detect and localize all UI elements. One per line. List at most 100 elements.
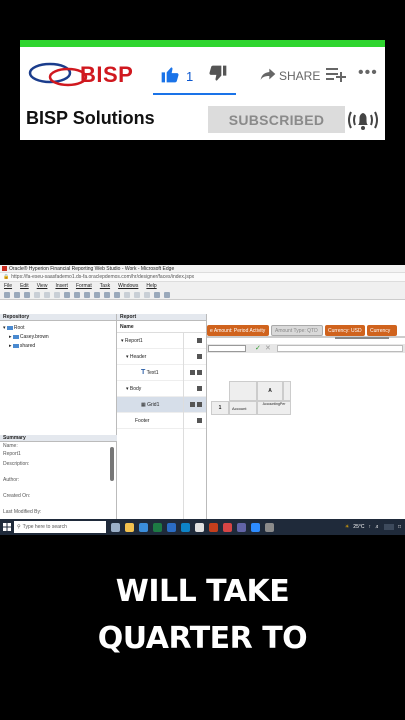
network-icon[interactable]: ↑	[368, 524, 371, 530]
summary-scrollbar[interactable]	[110, 447, 114, 481]
progress-strip	[20, 40, 385, 47]
accept-icon[interactable]: ✓	[255, 344, 261, 352]
copy-icon[interactable]	[44, 291, 50, 298]
grid-accounting-period-cell[interactable]: AccountingPer	[257, 401, 291, 415]
menu-view[interactable]: View	[37, 283, 48, 289]
tree-node-shared[interactable]: ▸ shared	[3, 342, 113, 351]
settings-icon[interactable]	[265, 522, 274, 532]
grid-corner-cell[interactable]	[229, 381, 257, 401]
menu-file[interactable]: File	[4, 283, 12, 289]
video-overlay-banner: BISP 1 SHARE ••• BISP Solutions SUBSCRIB…	[20, 40, 385, 140]
folder-icon	[12, 334, 19, 339]
grid-row-1-header[interactable]: 1	[211, 401, 229, 415]
address-bar[interactable]: 🔒 https://fa-eseu-saasfademo1.ds-fa.orac…	[0, 273, 405, 282]
save-object-icon[interactable]	[190, 370, 195, 375]
grid-col-a-header[interactable]: A	[257, 381, 283, 401]
notifications-icon[interactable]: □	[398, 524, 401, 530]
insert-text-icon[interactable]	[84, 291, 90, 298]
menu-edit[interactable]: Edit	[20, 283, 29, 289]
cut-icon[interactable]	[34, 291, 40, 298]
folder-icon	[12, 343, 19, 348]
report-node-footer[interactable]: Footer	[117, 413, 206, 429]
grid-col-extra[interactable]	[283, 381, 291, 401]
report-node-body[interactable]: ▾ Body	[117, 381, 206, 397]
more-options-icon[interactable]: •••	[358, 64, 378, 82]
report-node-report1[interactable]: ▾ Report1	[117, 333, 206, 349]
add-to-queue-button[interactable]	[326, 66, 346, 87]
menu-bar: File Edit View Insert Format Task Window…	[0, 282, 405, 290]
volume-icon[interactable]: ♬	[375, 524, 380, 530]
delete-icon[interactable]	[197, 370, 202, 375]
menu-format[interactable]: Format	[76, 283, 92, 289]
undo-icon[interactable]	[64, 291, 70, 298]
summary-name-value: Report1	[3, 451, 21, 457]
redo-icon[interactable]	[74, 291, 80, 298]
pdf-icon[interactable]	[223, 522, 232, 532]
share-button[interactable]: SHARE	[260, 67, 320, 84]
notification-bell-icon[interactable]	[347, 106, 379, 139]
report-node-text1[interactable]: T Text1	[117, 365, 206, 381]
properties-icon[interactable]	[197, 386, 202, 391]
dislike-button[interactable]	[208, 64, 228, 89]
task-view-icon[interactable]	[111, 522, 120, 532]
print-icon[interactable]	[164, 291, 170, 298]
zoom-icon[interactable]	[251, 522, 260, 532]
excel-icon[interactable]	[153, 522, 162, 532]
search-icon: ⚲	[17, 524, 21, 530]
windows-start-icon[interactable]	[0, 519, 14, 535]
italic-icon[interactable]	[134, 291, 140, 298]
like-button[interactable]: 1	[160, 64, 193, 89]
file-explorer-icon[interactable]	[125, 522, 134, 532]
pov-currency[interactable]: Currency	[367, 325, 397, 336]
system-tray: ☀ 25°C ↑ ♬ □	[345, 519, 401, 535]
edge-icon[interactable]	[181, 522, 190, 532]
subscribed-button[interactable]: SUBSCRIBED	[208, 106, 345, 133]
paste-icon[interactable]	[54, 291, 60, 298]
bold-icon[interactable]	[124, 291, 130, 298]
insert-grid-icon[interactable]	[94, 291, 100, 298]
mail-icon[interactable]	[139, 522, 148, 532]
pov-currency-usd[interactable]: Currency: USD	[325, 325, 365, 336]
menu-insert[interactable]: Insert	[55, 283, 68, 289]
tree-node-casey[interactable]: ▸ Casey.brown	[3, 333, 113, 342]
word-icon[interactable]	[167, 522, 176, 532]
insert-chart-icon[interactable]	[104, 291, 110, 298]
delete-icon[interactable]	[197, 402, 202, 407]
tree-node-root[interactable]: ▾ Root	[3, 324, 113, 333]
text-object-icon: T	[141, 369, 146, 376]
open-icon[interactable]	[14, 291, 20, 298]
summary-panel: Summary Name: Report1 Description: Autho…	[0, 435, 117, 518]
save-object-icon[interactable]	[190, 402, 195, 407]
app-icon[interactable]	[195, 522, 204, 532]
temperature: 25°C	[353, 524, 365, 530]
cell-reference-field[interactable]	[208, 345, 246, 352]
underline-icon[interactable]	[144, 291, 150, 298]
taskbar-search[interactable]: ⚲ Type here to search	[14, 521, 106, 533]
share-label: SHARE	[279, 68, 321, 83]
preview-icon[interactable]	[154, 291, 160, 298]
properties-icon[interactable]	[197, 354, 202, 359]
caption-line-2: QUARTER TO	[97, 621, 308, 656]
thumbs-up-icon	[160, 64, 180, 89]
repository-tree: ▾ Root ▸ Casey.brown ▸ shared	[0, 321, 116, 354]
clock[interactable]	[383, 524, 394, 530]
menu-task[interactable]: Task	[100, 283, 110, 289]
save-icon[interactable]	[24, 291, 30, 298]
formula-input[interactable]	[277, 345, 403, 352]
pov-scroll-thumb[interactable]	[335, 337, 389, 339]
insert-image-icon[interactable]	[114, 291, 120, 298]
menu-help[interactable]: Help	[146, 283, 156, 289]
powerpoint-icon[interactable]	[209, 522, 218, 532]
cancel-icon[interactable]: ✕	[265, 344, 271, 352]
properties-icon[interactable]	[197, 418, 202, 423]
report-node-header[interactable]: ▾ Header	[117, 349, 206, 365]
grid-account-cell[interactable]: Account	[229, 401, 257, 415]
pov-amount-type[interactable]: Amount Type: QTD	[271, 325, 323, 336]
pov-amount-period[interactable]: e Amount: Period Activity	[207, 325, 269, 336]
menu-windows[interactable]: Windows	[118, 283, 138, 289]
teams-icon[interactable]	[237, 522, 246, 532]
new-icon[interactable]	[4, 291, 10, 298]
report-node-grid1[interactable]: ▦ Grid1	[117, 397, 206, 413]
properties-icon[interactable]	[197, 338, 202, 343]
summary-description: Description:	[3, 461, 30, 467]
